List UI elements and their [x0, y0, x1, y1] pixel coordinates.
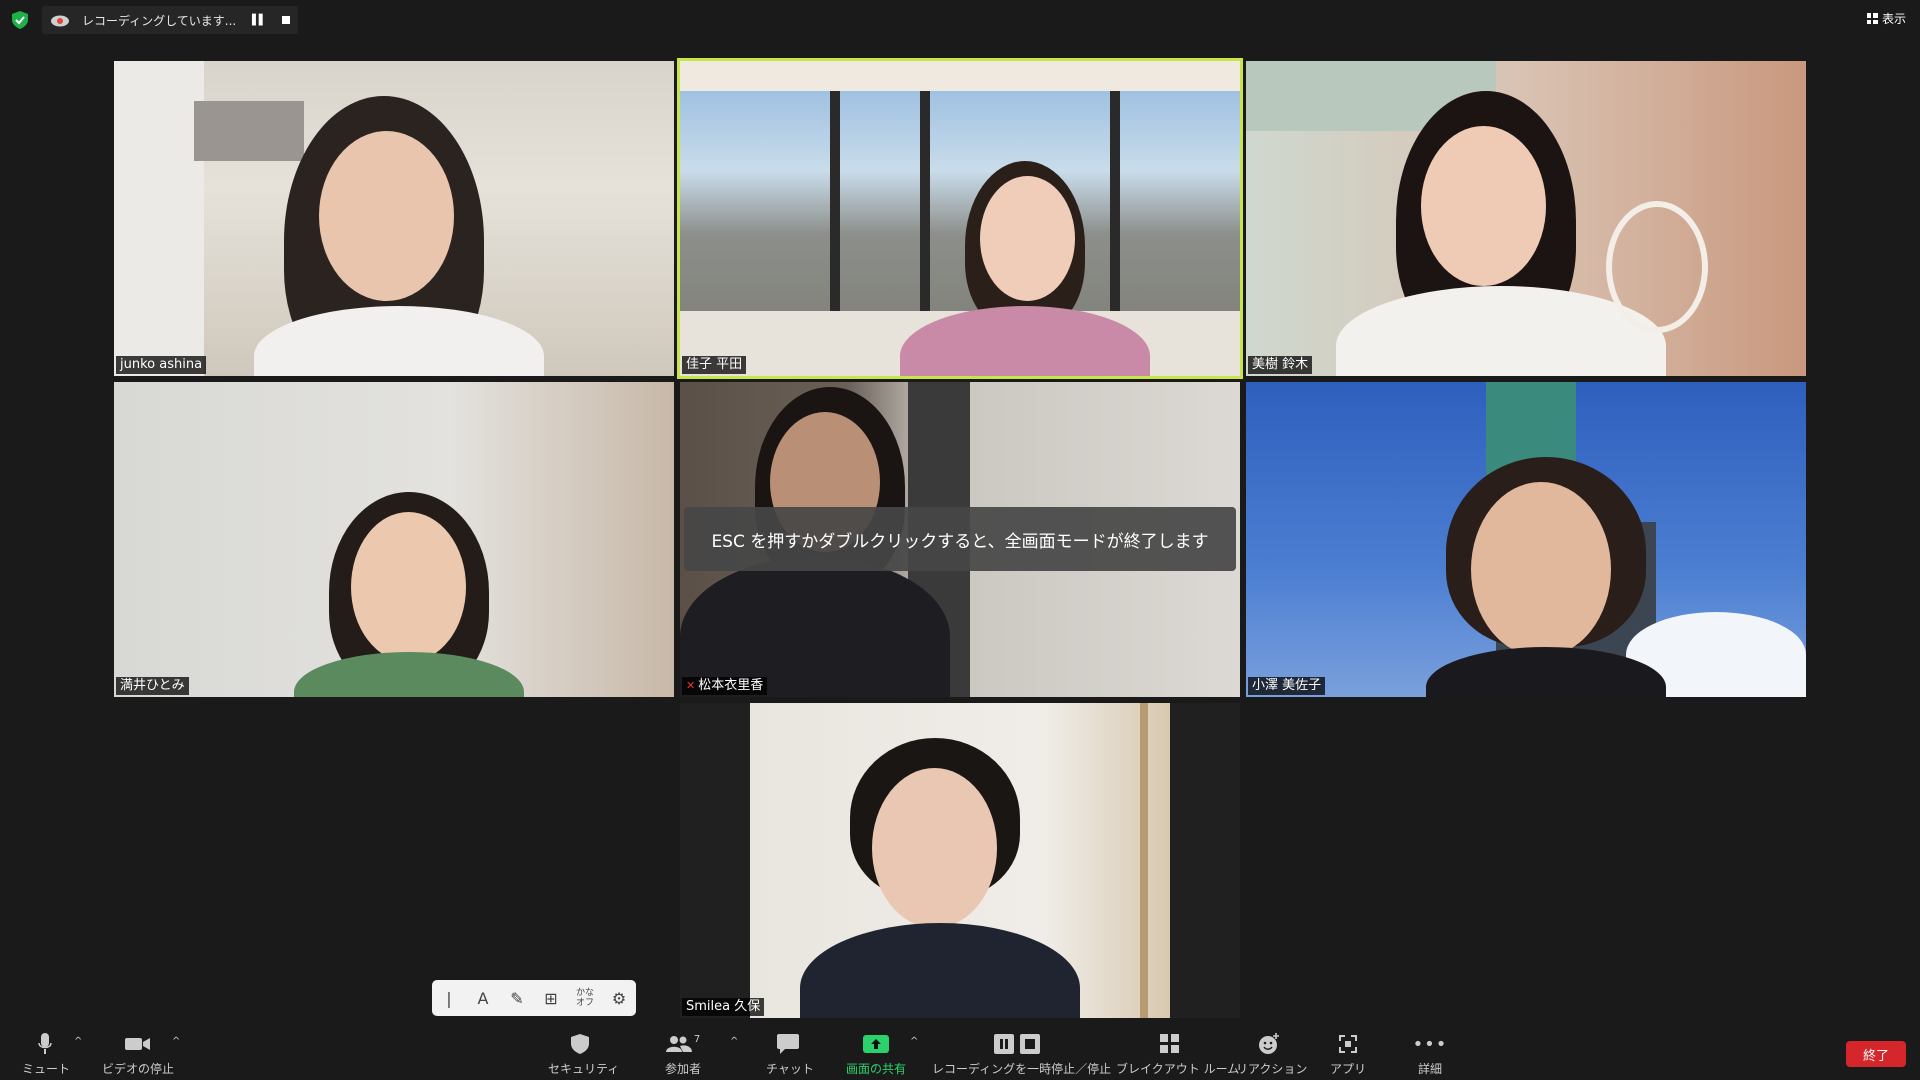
chat-label: チャット	[766, 1062, 814, 1076]
recording-pause-stop-button[interactable]: レコーディングを一時停止／停止	[932, 1032, 1112, 1077]
security-shield-icon	[12, 11, 28, 29]
smiley-plus-icon	[1259, 1033, 1279, 1054]
more-button[interactable]: ••• 詳細	[1410, 1032, 1450, 1077]
gear-icon[interactable]: ⚙	[605, 989, 633, 1008]
participant-tile-active-speaker[interactable]: 佳子 平田	[677, 58, 1243, 379]
chat-button[interactable]: チャット	[766, 1032, 814, 1077]
participant-tile[interactable]: 小澤 美佐子	[1246, 382, 1806, 697]
participants-icon	[665, 1036, 692, 1052]
view-button[interactable]: 表示	[1866, 10, 1906, 27]
more-dots-icon: •••	[1412, 1033, 1448, 1055]
kana-top-label: かな	[575, 988, 594, 998]
microphone-icon	[38, 1033, 52, 1054]
drag-handle-icon[interactable]: |	[435, 989, 463, 1008]
participant-name: Smilea 久保	[682, 998, 765, 1016]
share-options-caret[interactable]: ^	[910, 1036, 918, 1047]
participant-name-text: 松本衣里香	[698, 678, 764, 693]
pen-icon[interactable]: ✎	[503, 989, 531, 1008]
view-grid-icon	[1866, 13, 1878, 24]
participant-name: 小澤 美佐子	[1248, 677, 1326, 695]
cloud-recording-icon	[51, 15, 69, 27]
security-button[interactable]: セキュリティ	[548, 1032, 620, 1077]
participant-name: 佳子 平田	[682, 356, 747, 374]
participant-name: 美樹 鈴木	[1248, 356, 1313, 374]
apps-label: アプリ	[1330, 1062, 1367, 1076]
participant-tile[interactable]: junko ashina	[114, 61, 674, 376]
recording-label: レコーディングを一時停止／停止	[932, 1062, 1112, 1076]
reactions-button[interactable]: リアクション	[1236, 1032, 1308, 1077]
view-label: 表示	[1881, 12, 1906, 26]
meeting-toolbar: ミュート ^ ビデオの停止 ^ セキュリティ 7 参加者 ^ チャット 画面の共…	[0, 1024, 1920, 1080]
share-label: 画面の共有	[845, 1062, 906, 1076]
video-camera-icon	[125, 1038, 150, 1050]
breakout-label: ブレイクアウト ルーム	[1116, 1062, 1240, 1076]
mute-button[interactable]: ミュート	[22, 1032, 71, 1077]
text-format-icon[interactable]: A	[469, 989, 497, 1008]
participants-button[interactable]: 7 参加者	[658, 1032, 708, 1077]
mute-options-caret[interactable]: ^	[74, 1036, 82, 1047]
reactions-label: リアクション	[1236, 1062, 1308, 1076]
recording-indicator: レコーディングしています... ▌▌	[42, 6, 298, 34]
video-options-caret[interactable]: ^	[172, 1036, 180, 1047]
kana-toggle-button[interactable]: かな オフ	[571, 988, 599, 1008]
participant-tile[interactable]: 美樹 鈴木	[1246, 61, 1806, 376]
floating-annotation-toolbar: | A ✎ ⊞ かな オフ ⚙	[432, 980, 636, 1016]
participant-name-muted: ✕ 松本衣里香	[682, 677, 768, 695]
end-meeting-button[interactable]: 終了	[1846, 1041, 1906, 1067]
participant-tile[interactable]: 満井ひとみ	[114, 382, 674, 697]
recording-label: レコーディングしています...	[82, 13, 237, 28]
participants-label: 参加者	[664, 1062, 701, 1076]
apps-button[interactable]: アプリ	[1330, 1032, 1366, 1077]
window-add-icon[interactable]: ⊞	[537, 989, 565, 1008]
kana-bottom-label: オフ	[575, 998, 594, 1008]
breakout-rooms-icon	[1160, 1034, 1179, 1053]
participant-tile[interactable]: Smilea 久保	[680, 703, 1240, 1018]
participant-name: 満井ひとみ	[116, 677, 189, 695]
mute-label: ミュート	[22, 1062, 71, 1076]
chat-bubble-icon	[777, 1034, 799, 1054]
security-label: セキュリティ	[548, 1062, 620, 1076]
pause-stop-icon	[994, 1034, 1040, 1054]
apps-icon	[1339, 1035, 1357, 1053]
fullscreen-exit-hint: ESC を押すかダブルクリックすると、全画面モードが終了します	[684, 507, 1236, 571]
breakout-rooms-button[interactable]: ブレイクアウト ルーム	[1116, 1032, 1240, 1077]
participant-name: junko ashina	[116, 356, 207, 374]
stop-video-button[interactable]: ビデオの停止	[100, 1032, 176, 1077]
participants-options-caret[interactable]: ^	[730, 1036, 738, 1047]
video-label: ビデオの停止	[101, 1062, 174, 1076]
share-screen-button[interactable]: 画面の共有	[842, 1032, 910, 1077]
participants-count: 7	[693, 1033, 701, 1045]
more-label: 詳細	[1417, 1062, 1442, 1076]
recording-stop-icon[interactable]	[282, 16, 290, 24]
recording-pause-icon[interactable]: ▌▌	[252, 15, 266, 26]
shield-icon	[571, 1034, 589, 1054]
share-screen-icon	[863, 1035, 889, 1053]
mic-muted-icon: ✕	[686, 679, 696, 692]
